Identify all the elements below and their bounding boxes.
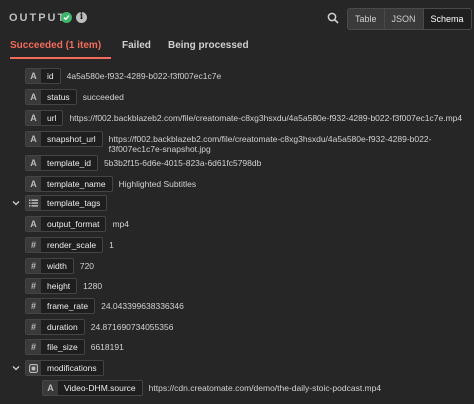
field-key: url <box>47 113 57 123</box>
schema-row: A template_name Highlighted Subtitles <box>25 176 196 192</box>
schema-row: A output_format mp4 <box>25 216 129 232</box>
field-badge[interactable]: A template_id <box>25 155 98 171</box>
active-tab-indicator <box>10 57 111 59</box>
view-schema-button[interactable]: Schema <box>423 9 471 29</box>
field-badge[interactable]: A id <box>25 68 61 84</box>
field-key: output_format <box>47 219 100 229</box>
number-type-icon: # <box>26 320 41 334</box>
search-icon[interactable] <box>327 12 339 24</box>
field-badge[interactable]: # file_size <box>25 339 85 355</box>
panel-title: OUTPUT <box>9 12 67 24</box>
info-icon[interactable]: i <box>76 12 87 23</box>
field-badge[interactable]: modifications <box>25 360 104 376</box>
field-badge[interactable]: A status <box>25 89 77 105</box>
schema-row: template_tags <box>25 195 108 211</box>
string-type-icon: A <box>26 132 41 146</box>
field-key: modifications <box>47 363 97 373</box>
field-value: 6618191 <box>90 342 124 352</box>
number-type-icon: # <box>26 340 41 354</box>
field-badge[interactable]: A url <box>25 110 64 126</box>
schema-row: A id 4a5a580e-f932-4289-b022-f3f007ec1c7… <box>25 68 221 84</box>
field-key: render_scale <box>47 240 97 250</box>
field-key: template_tags <box>47 198 101 208</box>
field-key: duration <box>47 322 78 332</box>
schema-row: A url https://f002.backblazeb2.com/file/… <box>25 110 462 126</box>
field-key: Video-DHM.source <box>64 383 136 393</box>
string-type-icon: A <box>26 69 41 83</box>
schema-row: A template_id 5b3b2f15-6d6e-4015-823a-6d… <box>25 155 261 171</box>
string-type-icon: A <box>43 381 58 395</box>
schema-row: # frame_rate 24.043399638336346 <box>25 298 184 314</box>
field-value: mp4 <box>112 219 129 229</box>
field-key: height <box>47 281 71 291</box>
field-value: 24.871690734055356 <box>90 322 174 332</box>
field-badge[interactable]: template_tags <box>25 195 108 211</box>
view-table-button[interactable]: Table <box>348 9 385 29</box>
string-type-icon: A <box>26 111 41 125</box>
chevron-down-icon[interactable] <box>12 364 20 372</box>
field-badge[interactable]: # width <box>25 258 74 274</box>
field-value: https://f002.backblazeb2.com/file/creato… <box>108 134 432 154</box>
field-value: 720 <box>79 261 95 271</box>
object-type-icon <box>26 361 41 375</box>
field-badge[interactable]: A template_name <box>25 176 113 192</box>
number-type-icon: # <box>26 238 41 252</box>
field-value: https://cdn.creatomate.com/demo/the-dail… <box>148 383 382 393</box>
string-type-icon: A <box>26 156 41 170</box>
field-key: template_id <box>47 158 91 168</box>
string-type-icon: A <box>26 90 41 104</box>
field-key: id <box>47 71 54 81</box>
schema-row: # height 1280 <box>25 278 102 294</box>
number-type-icon: # <box>26 299 41 313</box>
view-mode-switch: Table JSON Schema <box>347 8 472 30</box>
string-type-icon: A <box>26 177 41 191</box>
chevron-down-icon[interactable] <box>12 199 20 207</box>
field-badge[interactable]: A output_format <box>25 216 107 232</box>
field-badge[interactable]: # duration <box>25 319 85 335</box>
view-json-button[interactable]: JSON <box>385 9 424 29</box>
schema-row: A status succeeded <box>25 89 124 105</box>
schema-row: A Video-DHM.source https://cdn.creatomat… <box>42 380 381 396</box>
schema-row: # width 720 <box>25 258 94 274</box>
tab-being-processed[interactable]: Being processed <box>168 40 249 51</box>
field-value: 24.043399638336346 <box>101 301 184 311</box>
schema-row: # file_size 6618191 <box>25 339 124 355</box>
schema-row: A snapshot_url https://f002.backblazeb2.… <box>25 131 469 154</box>
number-type-icon: # <box>26 259 41 273</box>
string-type-icon: A <box>26 217 41 231</box>
schema-row: # render_scale 1 <box>25 237 114 253</box>
field-value: succeeded <box>82 92 124 102</box>
field-badge[interactable]: # height <box>25 278 78 294</box>
field-value: 1280 <box>83 281 103 291</box>
field-key: width <box>47 261 67 271</box>
schema-row: modifications <box>25 360 104 376</box>
field-key: snapshot_url <box>47 134 96 144</box>
field-value: 1 <box>109 240 114 250</box>
field-key: template_name <box>47 179 106 189</box>
list-type-icon <box>26 196 41 210</box>
field-badge[interactable]: A snapshot_url <box>25 131 103 147</box>
field-value: Highlighted Subtitles <box>118 179 197 189</box>
success-check-icon <box>61 12 72 23</box>
schema-row: # duration 24.871690734055356 <box>25 319 173 335</box>
tab-succeeded[interactable]: Succeeded (1 item) <box>10 40 101 51</box>
field-badge[interactable]: # render_scale <box>25 237 104 253</box>
number-type-icon: # <box>26 279 41 293</box>
field-badge[interactable]: A Video-DHM.source <box>42 380 143 396</box>
tab-failed[interactable]: Failed <box>122 40 151 51</box>
field-value: 4a5a580e-f932-4289-b022-f3f007ec1c7e <box>66 71 222 81</box>
field-value: 5b3b2f15-6d6e-4015-823a-6d61fc5798db <box>103 158 262 168</box>
field-key: file_size <box>47 342 78 352</box>
field-key: status <box>47 92 70 102</box>
output-header: OUTPUT i Table JSON Schema <box>0 0 474 36</box>
field-badge[interactable]: # frame_rate <box>25 298 96 314</box>
field-key: frame_rate <box>47 301 89 311</box>
field-value: https://f002.backblazeb2.com/file/creato… <box>69 113 463 123</box>
